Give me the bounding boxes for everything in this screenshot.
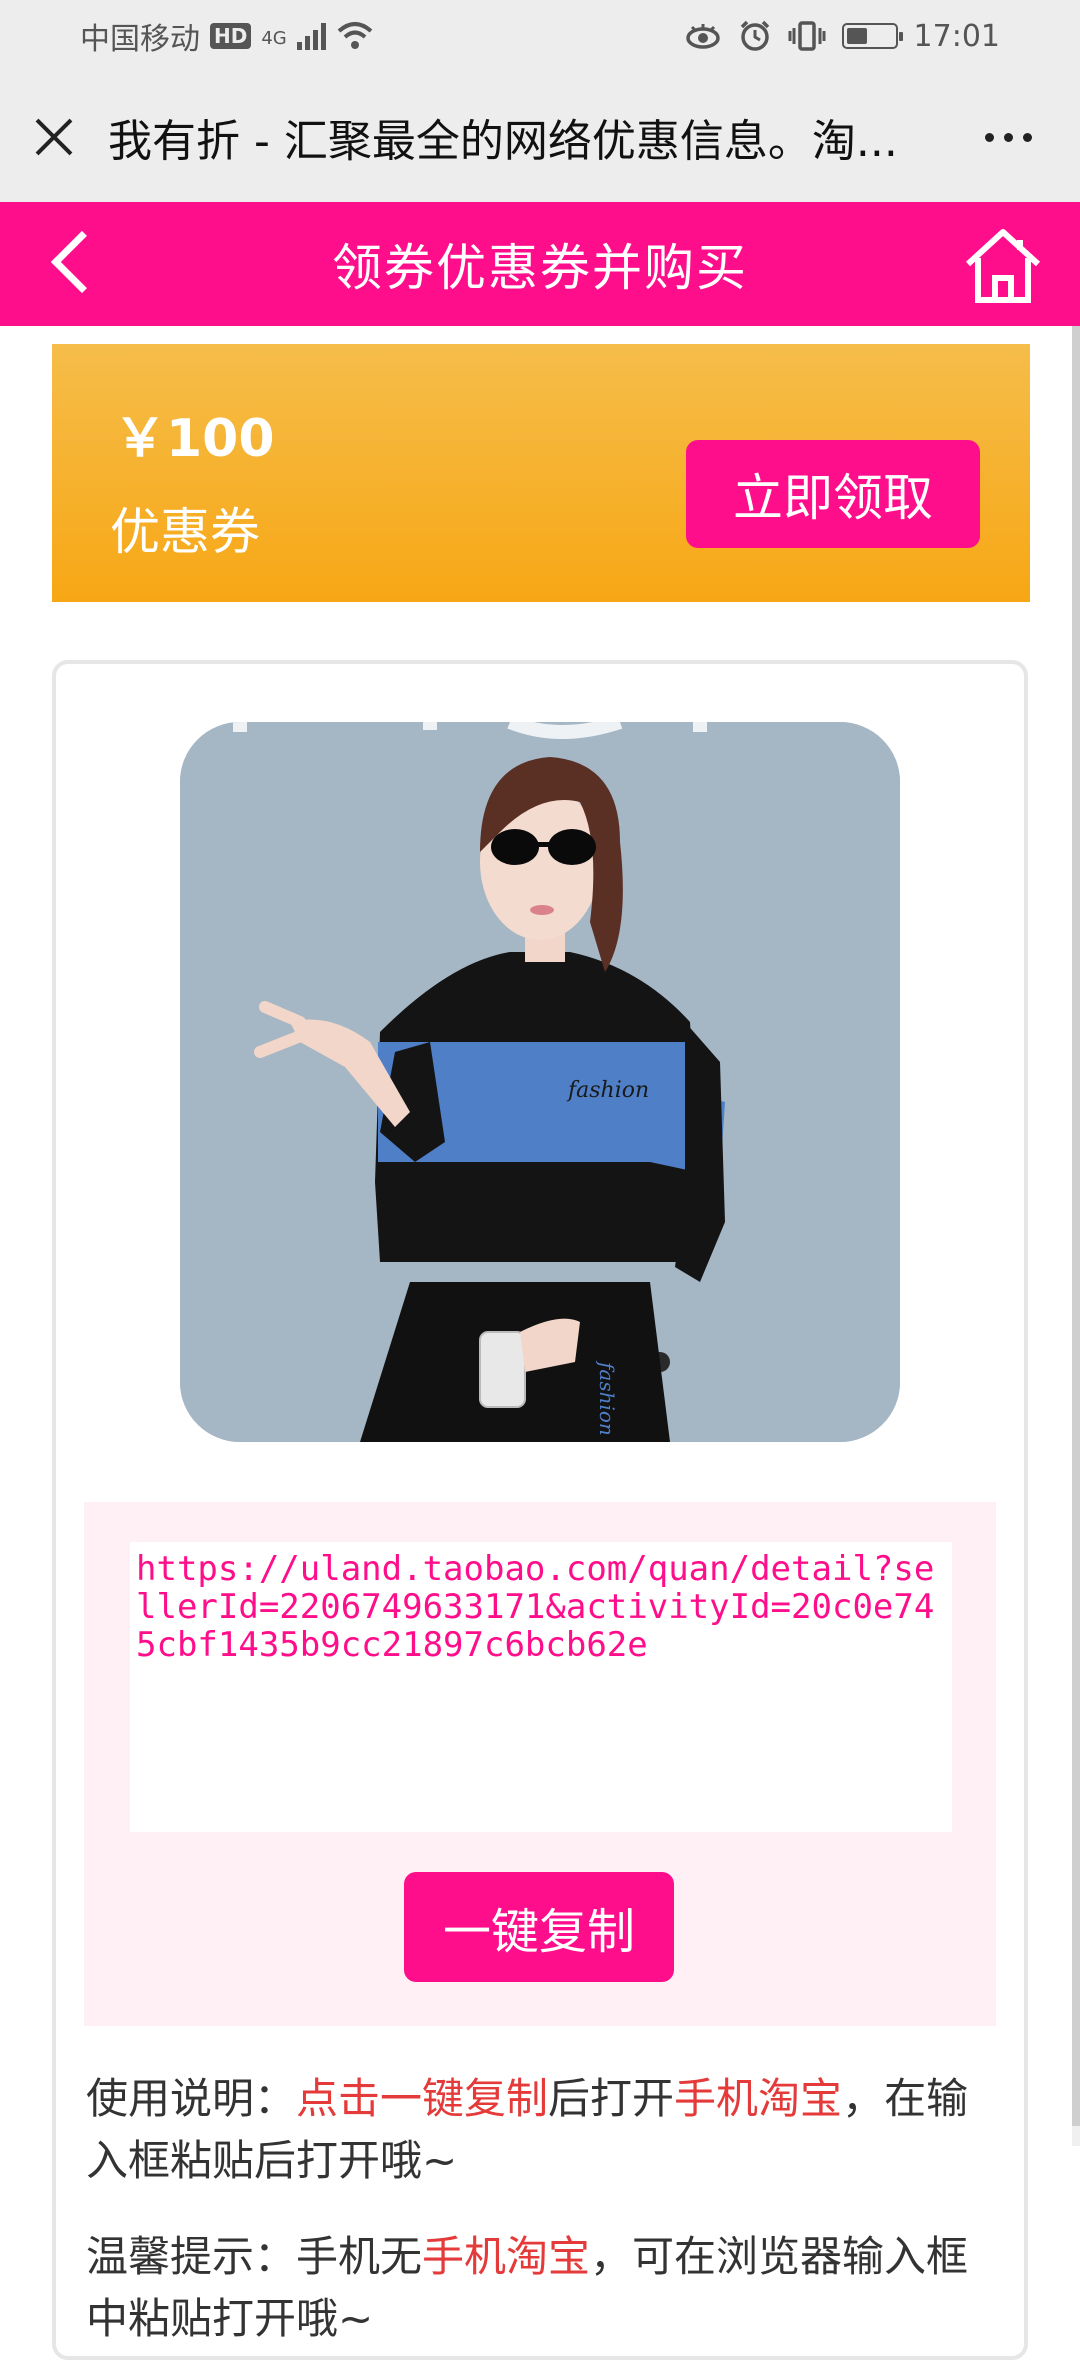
coupon-url-textarea[interactable]: https://uland.taobao.com/quan/detail?sel…	[130, 1542, 952, 1832]
usage-instructions: 使用说明：点击一键复制后打开手机淘宝，在输入框粘贴后打开哦~	[86, 2068, 1006, 2192]
signal-icon	[296, 22, 326, 50]
network-type: 4G	[261, 28, 287, 49]
hd-badge: HD	[210, 23, 252, 49]
copy-link-button[interactable]: 一键复制	[404, 1872, 674, 1982]
page-title: 我有折 - 汇聚最全的网络优惠信息。淘...	[108, 116, 898, 167]
product-image[interactable]: fashion fashion	[180, 722, 900, 1442]
tip-highlight-taobao: 手机淘宝	[422, 2232, 591, 2281]
back-arrow-icon[interactable]	[50, 230, 114, 294]
status-bar: 中国移动 HD 4G 17:01	[0, 0, 1080, 72]
usage-highlight-copy: 点击一键复制	[296, 2074, 549, 2123]
tip-text: 温馨提示：手机无手机淘宝，可在浏览器输入框中粘贴打开哦~	[86, 2226, 1006, 2350]
app-header: 领券优惠券并购买	[0, 202, 1080, 326]
product-print-text: fashion	[566, 1078, 649, 1103]
carrier-label: 中国移动	[80, 22, 200, 57]
link-panel: https://uland.taobao.com/quan/detail?sel…	[84, 1502, 996, 2026]
header-title: 领券优惠券并购买	[332, 239, 748, 297]
clock-time: 17:01	[913, 18, 1000, 54]
claim-coupon-button[interactable]: 立即领取	[686, 440, 980, 548]
coupon-amount: ￥100	[114, 409, 275, 469]
product-pants-print-text: fashion	[595, 1360, 619, 1436]
coupon-label: 优惠券	[110, 503, 260, 561]
wifi-icon	[337, 22, 373, 49]
coupon-banner: ￥100 优惠券 立即领取	[52, 344, 1030, 602]
battery-icon	[841, 23, 903, 49]
eye-comfort-icon	[685, 24, 720, 49]
home-icon[interactable]	[962, 224, 1044, 306]
vibrate-icon	[788, 21, 826, 51]
alarm-icon	[740, 20, 769, 51]
tip-prefix: 温馨提示：手机无	[86, 2232, 423, 2281]
close-icon[interactable]	[28, 111, 80, 163]
usage-prefix: 使用说明：	[86, 2074, 297, 2123]
usage-middle: 后打开	[548, 2074, 675, 2123]
scrollbar-thumb[interactable]	[1072, 326, 1080, 2126]
browser-title-bar: 我有折 - 汇聚最全的网络优惠信息。淘...	[0, 72, 1080, 202]
more-options-icon[interactable]	[985, 132, 1052, 142]
usage-highlight-taobao: 手机淘宝	[674, 2074, 843, 2123]
